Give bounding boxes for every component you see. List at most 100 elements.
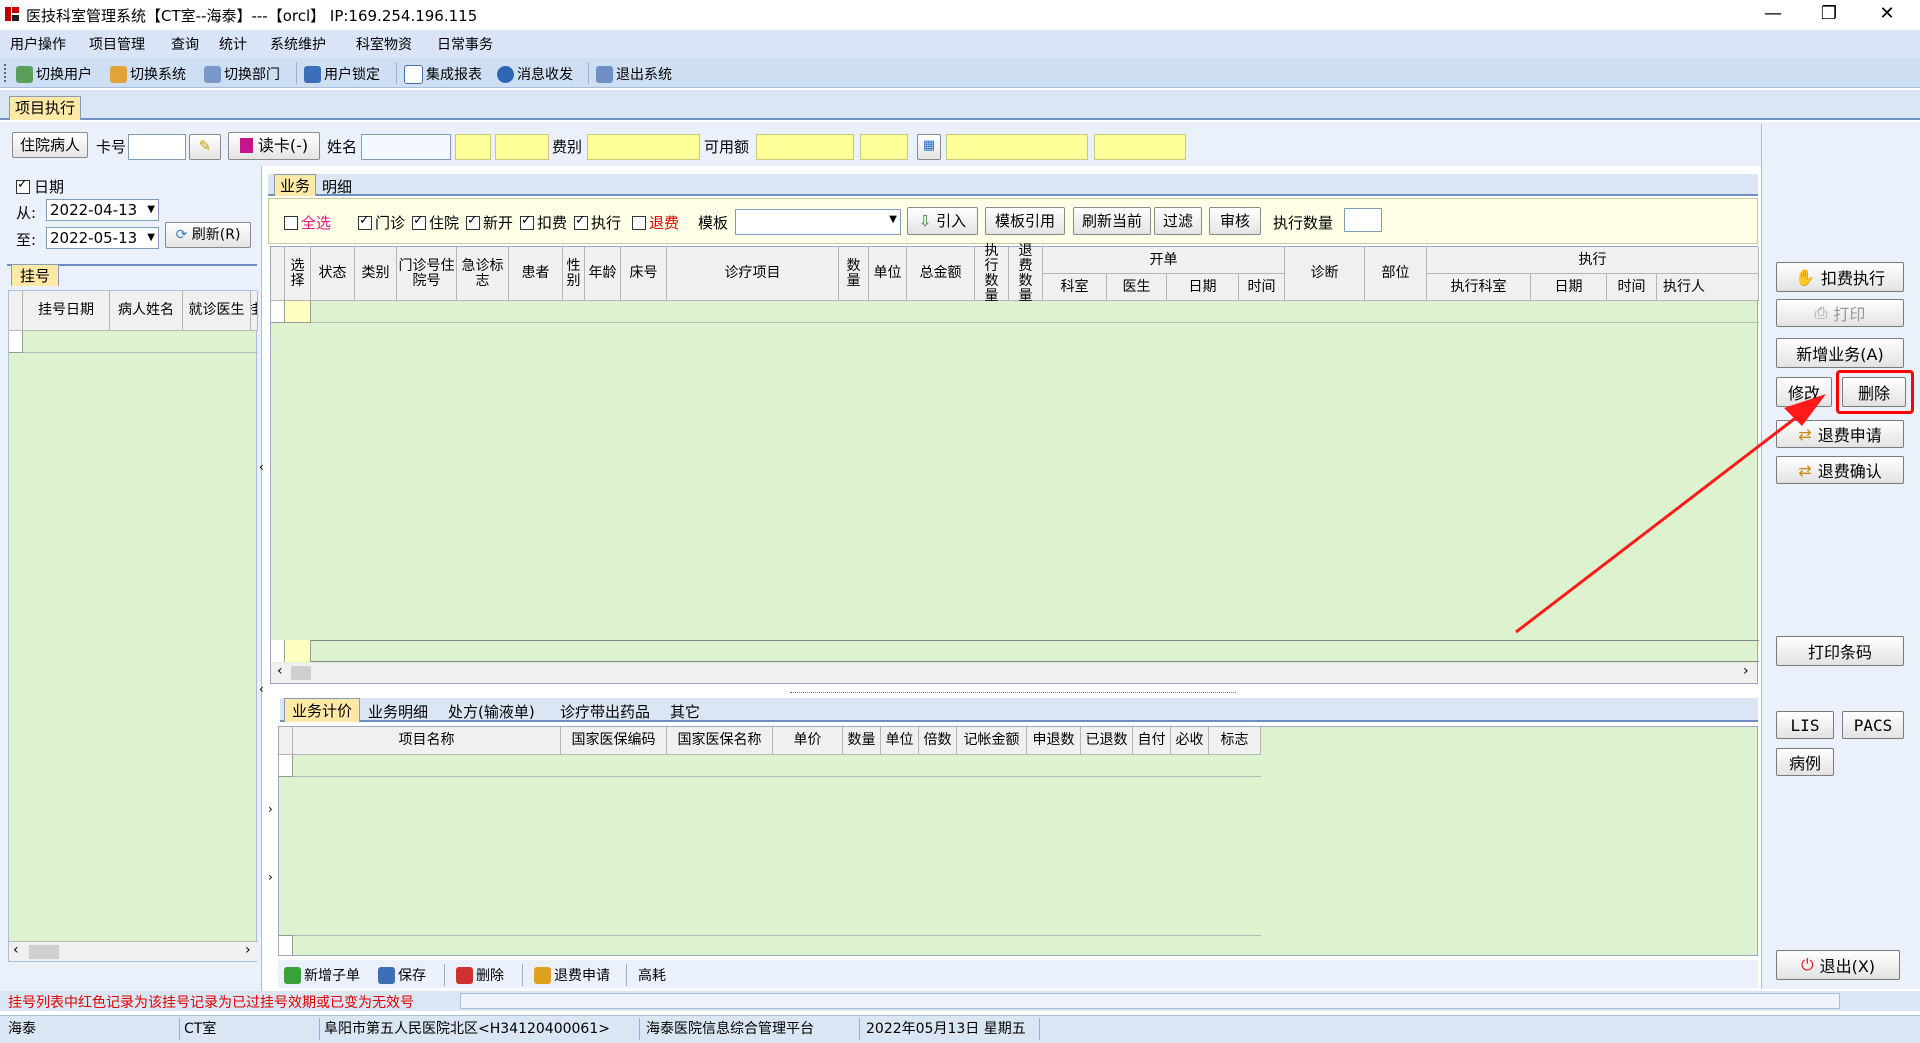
date-filter-checkbox[interactable]: 日期	[16, 176, 64, 197]
splitter-left-icon[interactable]: ‹	[259, 460, 264, 474]
lis-button[interactable]: LIS	[1776, 711, 1834, 739]
select-cell[interactable]	[285, 301, 311, 323]
horizontal-scrollbar[interactable]: ‹ ›	[9, 941, 258, 961]
menu-daily-affairs[interactable]: 日常事务	[437, 34, 493, 54]
refund-apply-button[interactable]: ⇄ 退费申请	[1776, 420, 1904, 448]
from-date-picker[interactable]: 2022-04-13 ▼	[46, 199, 159, 221]
integrated-report-button[interactable]: 集成报表	[404, 63, 482, 85]
modify-button[interactable]: 修改	[1776, 377, 1832, 407]
from-label: 从:	[16, 204, 37, 222]
switch-dept-button[interactable]: 切换部门	[204, 63, 280, 85]
minimize-button[interactable]: —	[1744, 0, 1802, 30]
menu-statistics[interactable]: 统计	[219, 34, 247, 54]
refund-checkbox[interactable]: 退费	[632, 212, 679, 233]
tab-prescription[interactable]: 处方(输液单)	[448, 701, 535, 722]
menu-system-maint[interactable]: 系统维护	[270, 34, 326, 54]
case-record-button[interactable]: 病例	[1776, 748, 1834, 776]
tab-other[interactable]: 其它	[670, 701, 700, 722]
tab-business[interactable]: 业务	[274, 174, 316, 196]
print-button[interactable]: ⎙ 打印	[1776, 299, 1904, 327]
switch-user-button[interactable]: 切换用户	[16, 63, 92, 85]
filter-button[interactable]: 过滤	[1154, 207, 1202, 235]
outpatient-checkbox[interactable]: 门诊	[358, 212, 405, 233]
add-icon	[284, 966, 301, 984]
refund-request-sub-button[interactable]: 退费申请	[534, 964, 610, 986]
switch-system-button[interactable]: 切换系统	[110, 63, 186, 85]
tab-detail[interactable]: 明细	[322, 176, 352, 197]
scroll-thumb[interactable]	[291, 666, 311, 680]
exit-button[interactable]: ⏻ 退出(X)	[1776, 950, 1900, 980]
refresh-icon: ⟳	[175, 227, 188, 243]
inpatient-checkbox[interactable]: 住院	[412, 212, 459, 233]
print-barcode-button[interactable]: 打印条码	[1776, 636, 1904, 666]
available-amount-field	[756, 134, 854, 160]
patient-type-button[interactable]: 住院病人	[12, 132, 88, 158]
menu-project-mgmt[interactable]: 项目管理	[89, 34, 145, 54]
fee-type-label: 费别	[552, 138, 583, 156]
exec-qty-input[interactable]	[1344, 208, 1382, 232]
delete-button[interactable]: 删除	[1842, 377, 1906, 407]
status-department: CT室	[180, 1018, 320, 1040]
splitter-left-icon[interactable]: ‹	[259, 682, 264, 696]
col-patient: 患者	[509, 247, 563, 301]
card-number-input[interactable]	[128, 134, 186, 160]
new-order-checkbox[interactable]: 新开	[466, 212, 513, 233]
refresh-current-button[interactable]: 刷新当前	[1073, 207, 1151, 235]
pacs-button[interactable]: PACS	[1842, 711, 1904, 739]
toolbar: 切换用户 切换系统 切换部门 用户锁定 集成报表 消息收发 退出系统	[0, 58, 1920, 88]
deduct-fee-checkbox[interactable]: 扣费	[520, 212, 567, 233]
audit-button[interactable]: 审核	[1209, 207, 1261, 235]
execute-checkbox[interactable]: 执行	[574, 212, 621, 233]
chevron-down-icon: ▼	[147, 232, 155, 243]
card-search-icon[interactable]: ✎	[189, 134, 221, 160]
calendar-icon[interactable]: ▦	[917, 134, 941, 160]
col-unit: 单位	[869, 247, 907, 301]
to-date-picker[interactable]: 2022-05-13 ▼	[46, 227, 159, 249]
name-input[interactable]	[361, 134, 451, 160]
refresh-button[interactable]: ⟳ 刷新(R)	[165, 222, 251, 248]
tab-project-execution[interactable]: 项目执行	[9, 96, 81, 120]
template-ref-button[interactable]: 模板引用	[985, 207, 1065, 235]
import-button[interactable]: ⇩ 引入	[907, 207, 978, 235]
scroll-right-icon[interactable]: ›	[1743, 663, 1749, 679]
tab-business-pricing[interactable]: 业务计价	[284, 698, 360, 722]
menu-query[interactable]: 查询	[171, 34, 199, 54]
table-row[interactable]	[9, 331, 23, 353]
to-label: 至:	[16, 231, 37, 249]
close-button[interactable]: ✕	[1858, 0, 1916, 30]
scroll-right-icon[interactable]: ›	[245, 942, 251, 958]
splitter-right-icon[interactable]: ›	[268, 802, 273, 816]
menu-dept-materials[interactable]: 科室物资	[356, 34, 412, 54]
add-sub-order-button[interactable]: 新增子单	[284, 964, 360, 986]
col-total: 总金额	[907, 247, 975, 301]
scroll-left-icon[interactable]: ‹	[13, 942, 19, 958]
splitter-right-icon[interactable]: ›	[268, 870, 273, 884]
tab-carried-drugs[interactable]: 诊疗带出药品	[560, 701, 650, 722]
table-row[interactable]	[293, 776, 1261, 777]
table-row[interactable]	[311, 322, 1759, 323]
menu-user-ops[interactable]: 用户操作	[10, 34, 66, 54]
exit-system-button[interactable]: 退出系统	[596, 63, 672, 85]
col-flag: 标志	[1209, 727, 1261, 755]
deduct-execute-button[interactable]: ✋ 扣费执行	[1776, 262, 1904, 292]
user-lock-button[interactable]: 用户锁定	[304, 63, 380, 85]
scroll-thumb[interactable]	[29, 945, 59, 959]
select-all-checkbox[interactable]: 全选	[284, 212, 331, 233]
horizontal-scrollbar[interactable]: ‹ ›	[271, 663, 1757, 683]
add-business-button[interactable]: 新增业务(A)	[1776, 338, 1904, 368]
toolbar-separator	[444, 964, 445, 986]
patient-field-5	[1094, 134, 1186, 160]
high-consumption-button[interactable]: 高耗	[638, 964, 666, 986]
template-select[interactable]: ▼	[735, 209, 901, 235]
read-card-button[interactable]: 读卡(-)	[228, 132, 320, 160]
save-button[interactable]: 保存	[378, 964, 426, 986]
tab-business-detail[interactable]: 业务明细	[368, 701, 428, 722]
delete-sub-button[interactable]: 删除	[456, 964, 504, 986]
tab-registration[interactable]: 挂号	[11, 264, 59, 286]
refund-confirm-button[interactable]: ⇄ 退费确认	[1776, 456, 1904, 484]
maximize-button[interactable]: ❐	[1800, 0, 1858, 30]
messages-button[interactable]: 消息收发	[497, 63, 573, 85]
col-refunded: 已退数	[1081, 727, 1133, 755]
splitter-handle[interactable]	[790, 685, 1236, 693]
scroll-left-icon[interactable]: ‹	[277, 663, 283, 679]
